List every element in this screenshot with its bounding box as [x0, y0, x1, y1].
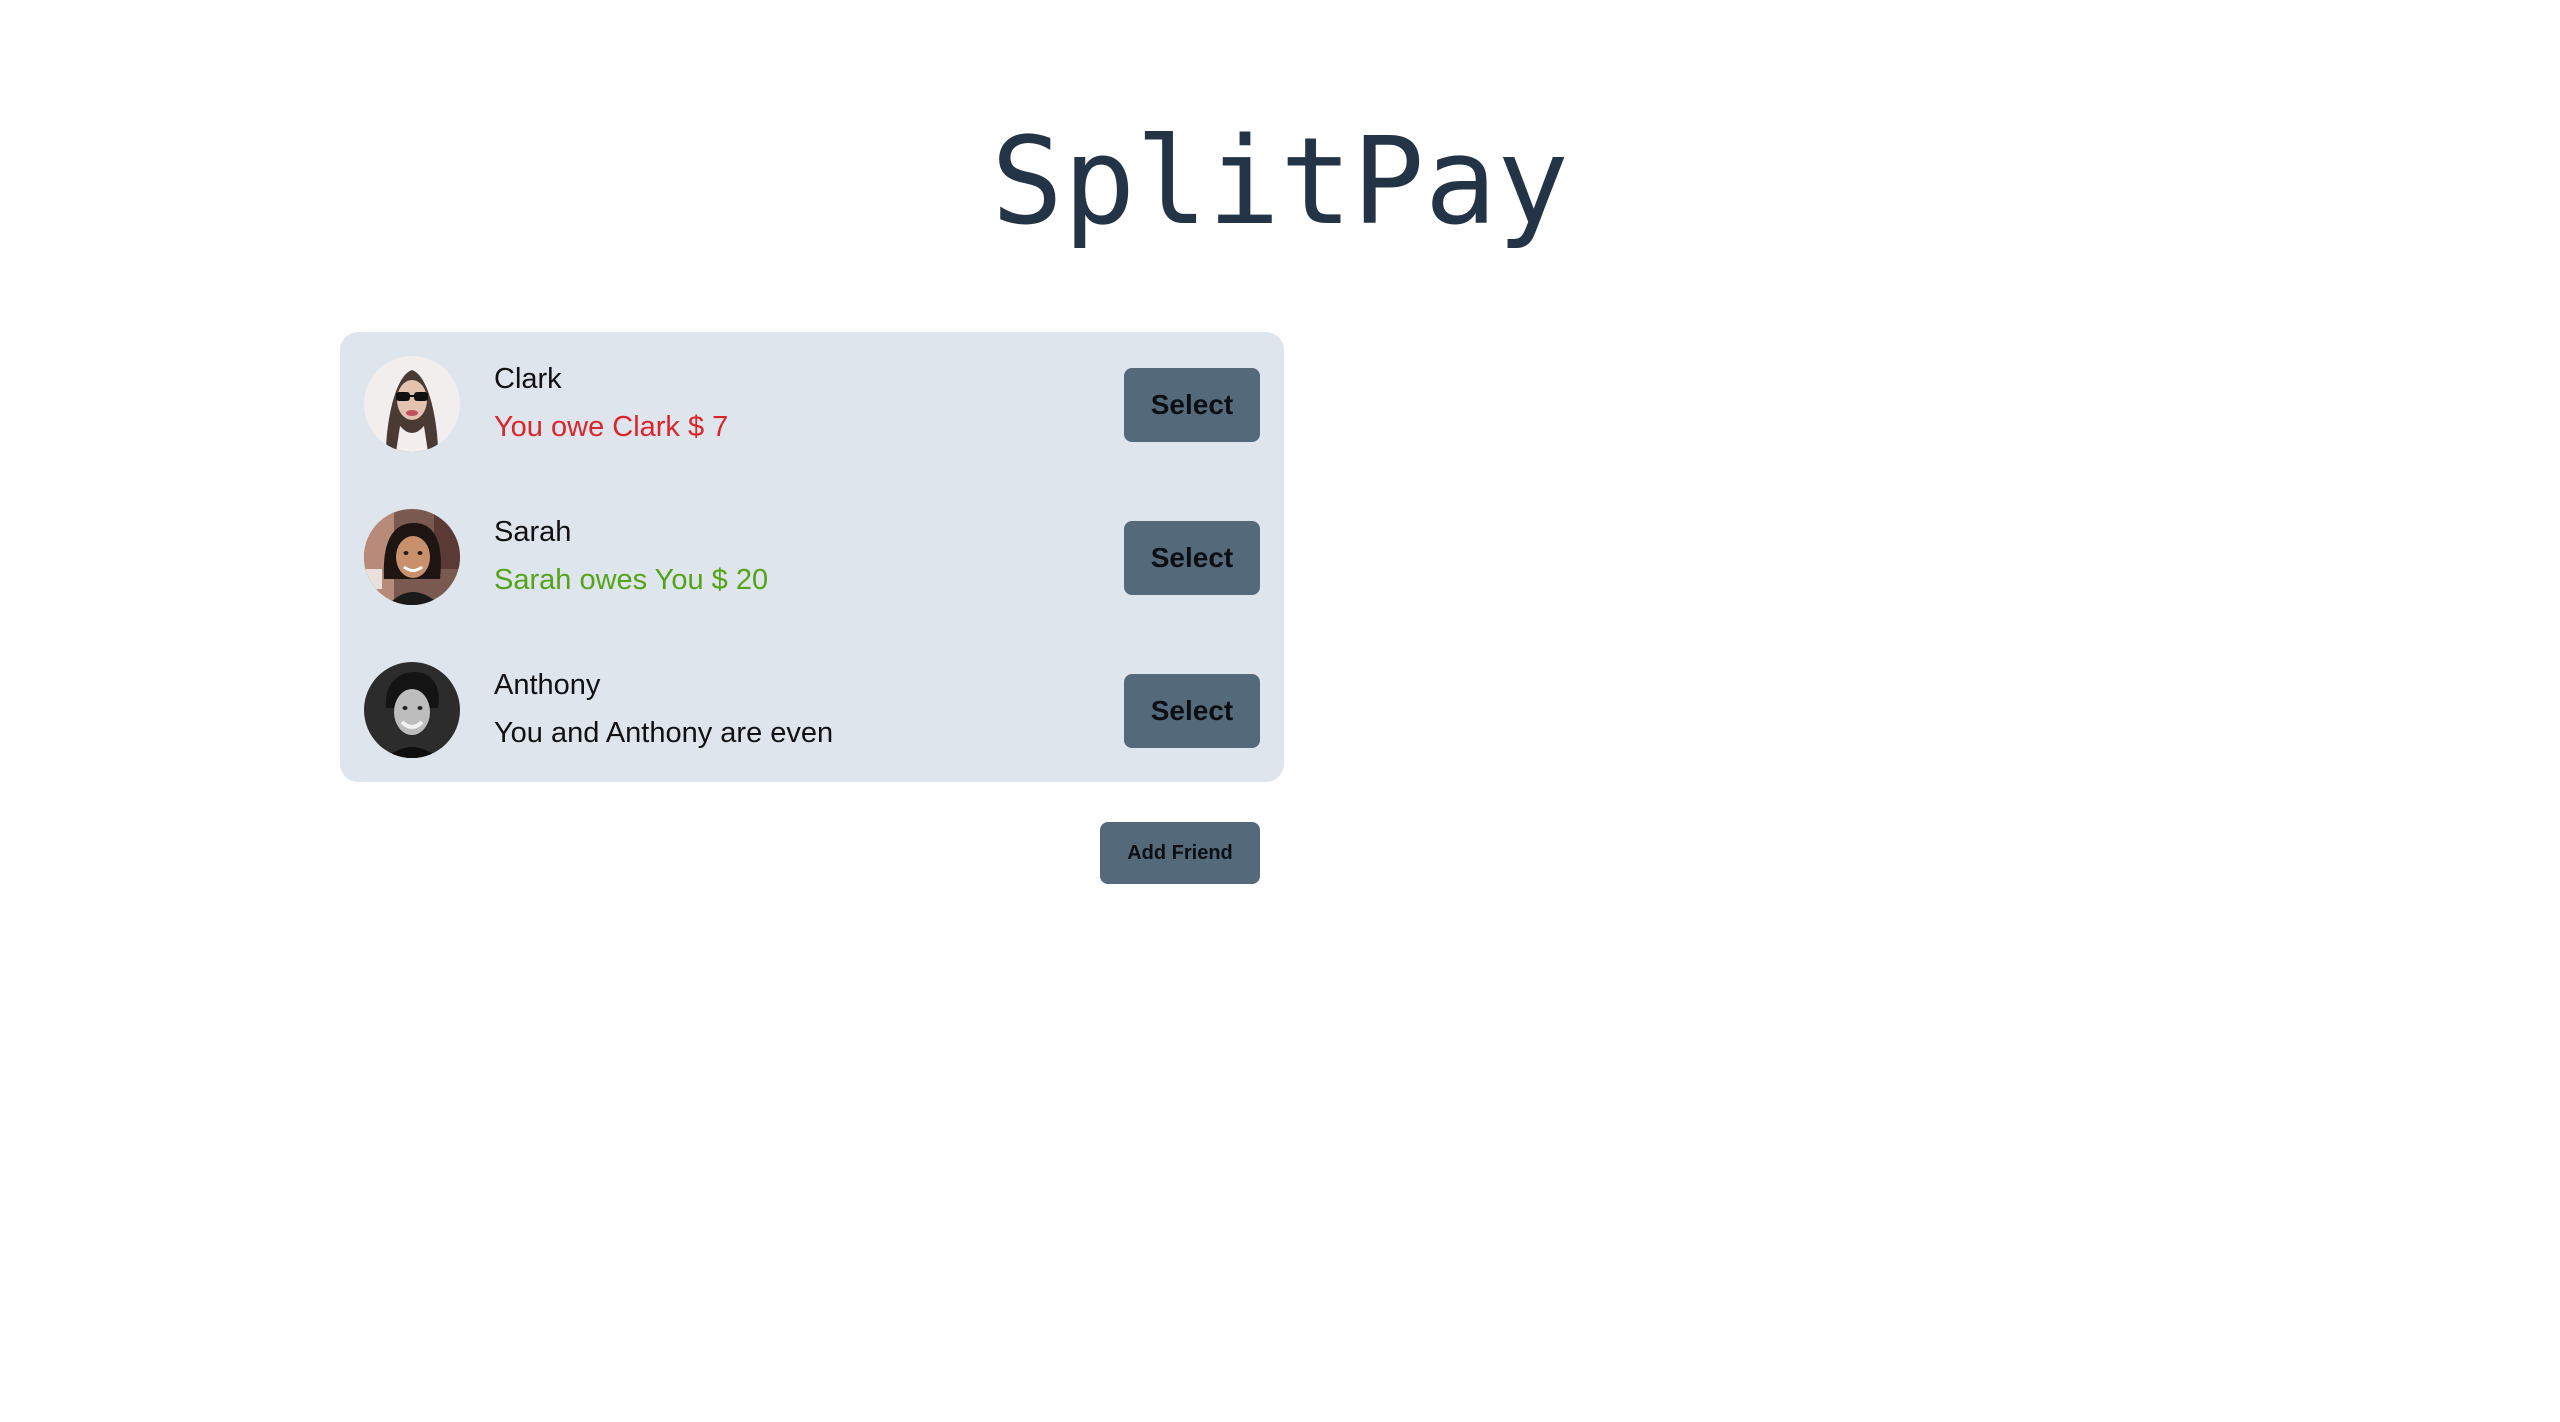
select-friend-button[interactable]: Select — [1124, 674, 1260, 748]
balance-status: Sarah owes You $ 20 — [494, 564, 769, 596]
friend-name: Anthony — [494, 669, 601, 701]
select-friend-button[interactable]: Select — [1124, 368, 1260, 442]
friend-row-clark: Clark You owe Clark $ 7 Select — [340, 332, 1284, 462]
friends-list: Clark You owe Clark $ 7 Select Sarah Sar… — [340, 332, 1284, 782]
friend-name: Sarah — [494, 516, 572, 548]
select-friend-button[interactable]: Select — [1124, 521, 1260, 595]
friend-name: Clark — [494, 363, 562, 395]
balance-status: You and Anthony are even — [494, 717, 834, 749]
friend-row-anthony: Anthony You and Anthony are even Select — [340, 638, 1284, 768]
add-friend-button[interactable]: Add Friend — [1100, 822, 1260, 884]
balance-status: You owe Clark $ 7 — [494, 411, 729, 443]
app-title: SplitPay — [991, 113, 1569, 252]
avatar-sarah — [364, 509, 460, 605]
friend-row-sarah: Sarah Sarah owes You $ 20 Select — [340, 485, 1284, 615]
avatar-clark — [364, 356, 460, 452]
avatar-anthony — [364, 662, 460, 758]
